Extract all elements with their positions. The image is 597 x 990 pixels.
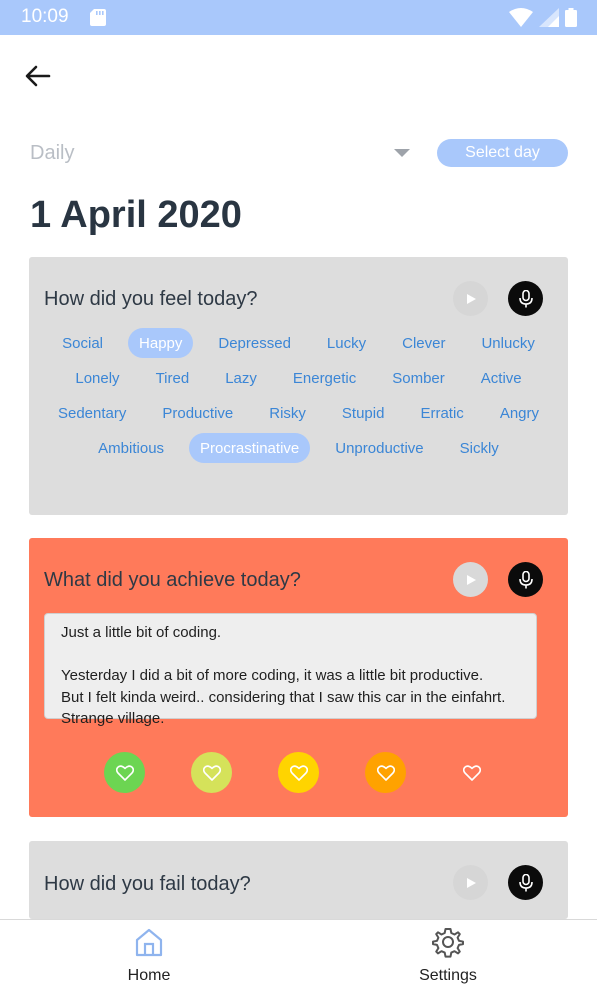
card-question: How did you fail today? — [44, 873, 251, 895]
heart-icon — [202, 764, 221, 781]
rating-row — [29, 752, 568, 794]
status-time: 10:09 — [21, 6, 69, 27]
mood-tag[interactable]: Unlucky — [470, 328, 545, 358]
play-icon — [466, 574, 476, 585]
play-button[interactable] — [453, 281, 488, 316]
rating-heart-button[interactable] — [191, 752, 232, 793]
record-button[interactable] — [508, 865, 543, 900]
mood-tag[interactable]: Active — [470, 363, 533, 393]
play-icon — [466, 293, 476, 304]
nav-home[interactable]: Home — [89, 920, 209, 990]
nav-label: Home — [127, 967, 171, 984]
mood-tag[interactable]: Unproductive — [324, 433, 434, 463]
heart-icon — [115, 764, 134, 781]
mood-tag[interactable]: Depressed — [207, 328, 302, 358]
mood-tag[interactable]: Social — [51, 328, 114, 358]
microphone-icon — [518, 570, 533, 588]
rating-heart-button[interactable] — [278, 752, 319, 793]
mood-tag[interactable]: Somber — [381, 363, 456, 393]
play-button[interactable] — [453, 562, 488, 597]
play-button[interactable] — [453, 865, 488, 900]
mood-tag[interactable]: Risky — [258, 398, 317, 428]
achieve-card: What did you achieve today? Just a littl… — [29, 538, 568, 817]
battery-icon — [565, 8, 577, 27]
period-value: Daily — [30, 141, 75, 164]
mood-tag[interactable]: Procrastinative — [189, 433, 311, 463]
status-bar: 10:09 — [0, 0, 597, 35]
heart-icon — [462, 764, 481, 781]
microphone-icon — [518, 289, 533, 307]
mood-tags: Social Happy Depressed Lucky Clever Unlucky Lo… — [44, 328, 553, 463]
mood-tag[interactable]: Clever — [391, 328, 456, 358]
period-dropdown[interactable]: Daily — [30, 136, 414, 170]
mood-tag[interactable]: Angry — [489, 398, 550, 428]
home-icon — [135, 928, 163, 957]
chevron-down-icon — [394, 149, 410, 157]
microphone-icon — [518, 873, 533, 891]
mood-tag[interactable]: Sickly — [449, 433, 510, 463]
heart-icon — [289, 764, 308, 781]
record-button[interactable] — [508, 562, 543, 597]
rating-heart-button[interactable] — [451, 752, 492, 793]
mood-tag[interactable]: Lazy — [214, 363, 268, 393]
play-icon — [466, 877, 476, 888]
back-arrow-icon[interactable] — [22, 60, 54, 92]
mood-tag[interactable]: Happy — [128, 328, 194, 358]
card-question: How did you feel today? — [44, 288, 258, 310]
wifi-icon — [509, 8, 533, 27]
nav-label: Settings — [419, 967, 477, 984]
feel-card: How did you feel today? Social Happy Depre… — [29, 257, 568, 515]
answer-textarea[interactable]: Just a little bit of coding. Yesterday I… — [44, 613, 537, 727]
select-day-button[interactable]: Select day — [437, 139, 568, 167]
mood-tag[interactable]: Lucky — [316, 328, 377, 358]
mood-tag[interactable]: Tired — [145, 363, 201, 393]
nav-settings[interactable]: Settings — [388, 920, 508, 990]
mood-tag[interactable]: Sedentary — [47, 398, 137, 428]
mood-tag[interactable]: Ambitious — [87, 433, 175, 463]
mood-tag[interactable]: Productive — [151, 398, 244, 428]
bottom-navigation: Home Settings — [0, 919, 597, 990]
mood-tag[interactable]: Energetic — [282, 363, 367, 393]
fail-card: How did you fail today? — [29, 841, 568, 919]
system-icons — [509, 8, 577, 27]
gear-icon — [432, 928, 464, 958]
mood-tag[interactable]: Stupid — [331, 398, 396, 428]
mood-tag[interactable]: Lonely — [64, 363, 130, 393]
page-title: 1 April 2020 — [30, 194, 242, 236]
rating-heart-button[interactable] — [104, 752, 145, 793]
record-button[interactable] — [508, 281, 543, 316]
sd-card-icon — [90, 9, 106, 26]
rating-heart-button[interactable] — [365, 752, 406, 793]
mood-tag[interactable]: Erratic — [409, 398, 474, 428]
signal-icon — [539, 8, 559, 27]
card-question: What did you achieve today? — [44, 569, 301, 591]
heart-icon — [376, 764, 395, 781]
